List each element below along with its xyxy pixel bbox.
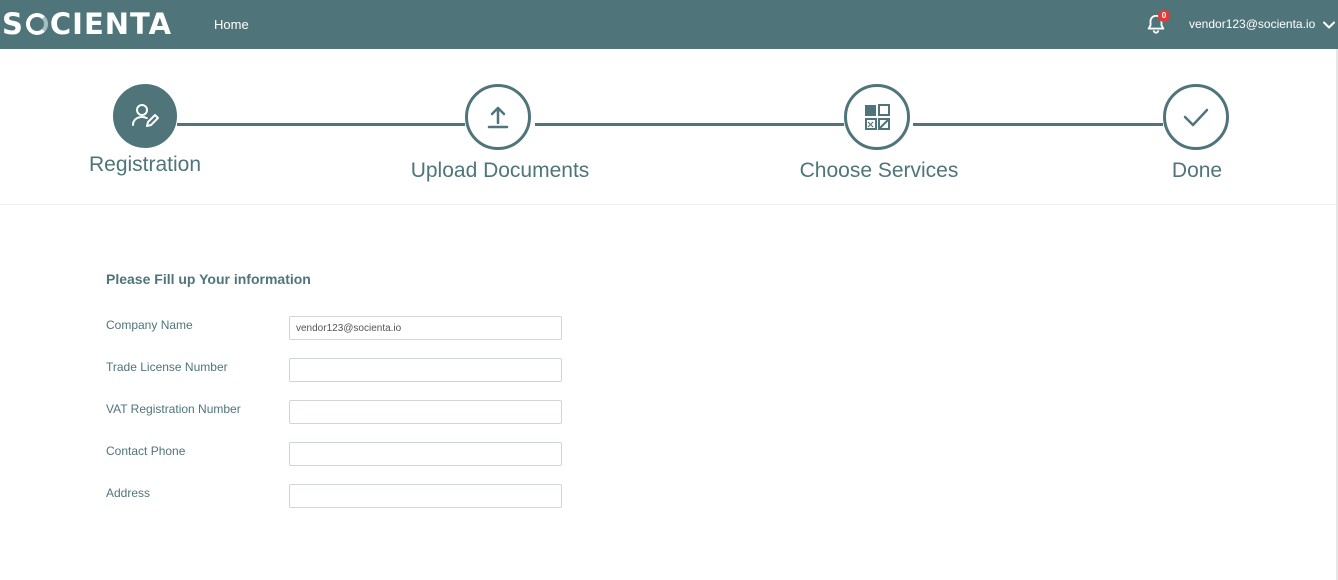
upload-icon bbox=[487, 106, 509, 129]
step-connector bbox=[535, 123, 844, 126]
step-choose-services[interactable] bbox=[844, 84, 910, 150]
contact-phone-input[interactable] bbox=[289, 442, 562, 466]
chevron-down-icon[interactable] bbox=[1322, 18, 1336, 32]
user-edit-icon bbox=[132, 104, 159, 127]
logo-o-icon bbox=[25, 13, 48, 35]
nav-home-link[interactable]: Home bbox=[214, 17, 249, 32]
company-name-label: Company Name bbox=[106, 318, 193, 332]
company-name-input[interactable] bbox=[289, 316, 562, 340]
step-label-registration: Registration bbox=[88, 153, 202, 176]
address-input[interactable] bbox=[289, 484, 562, 508]
step-label-upload-documents: Upload Documents bbox=[410, 159, 590, 182]
vat-registration-input[interactable] bbox=[289, 400, 562, 424]
address-label: Address bbox=[106, 486, 151, 500]
logo-text-prefix: S bbox=[2, 7, 24, 41]
socienta-logo[interactable]: S CIENTA bbox=[2, 6, 172, 42]
step-label-done: Done bbox=[1171, 159, 1223, 182]
top-navbar: S CIENTA Home 0 vendor123@socienta.io bbox=[0, 0, 1338, 49]
form-title: Please Fill up Your information bbox=[106, 271, 311, 287]
step-connector bbox=[177, 123, 465, 126]
notification-count-badge: 0 bbox=[1158, 10, 1170, 22]
services-grid-icon bbox=[865, 104, 890, 130]
trade-license-input[interactable] bbox=[289, 358, 562, 382]
step-done[interactable] bbox=[1163, 84, 1229, 150]
logo-text-suffix: CIENTA bbox=[49, 7, 173, 41]
contact-phone-label: Contact Phone bbox=[106, 444, 186, 458]
vat-registration-label: VAT Registration Number bbox=[106, 402, 241, 416]
user-menu-email[interactable]: vendor123@socienta.io bbox=[1189, 17, 1315, 31]
checkmark-icon bbox=[1183, 108, 1209, 127]
step-registration[interactable] bbox=[113, 84, 177, 148]
step-connector bbox=[913, 123, 1163, 126]
step-upload-documents[interactable] bbox=[465, 84, 531, 150]
step-label-choose-services: Choose Services bbox=[799, 159, 959, 182]
registration-stepper: Registration Upload Documents Choose Ser… bbox=[0, 49, 1336, 205]
trade-license-label: Trade License Number bbox=[106, 360, 228, 374]
